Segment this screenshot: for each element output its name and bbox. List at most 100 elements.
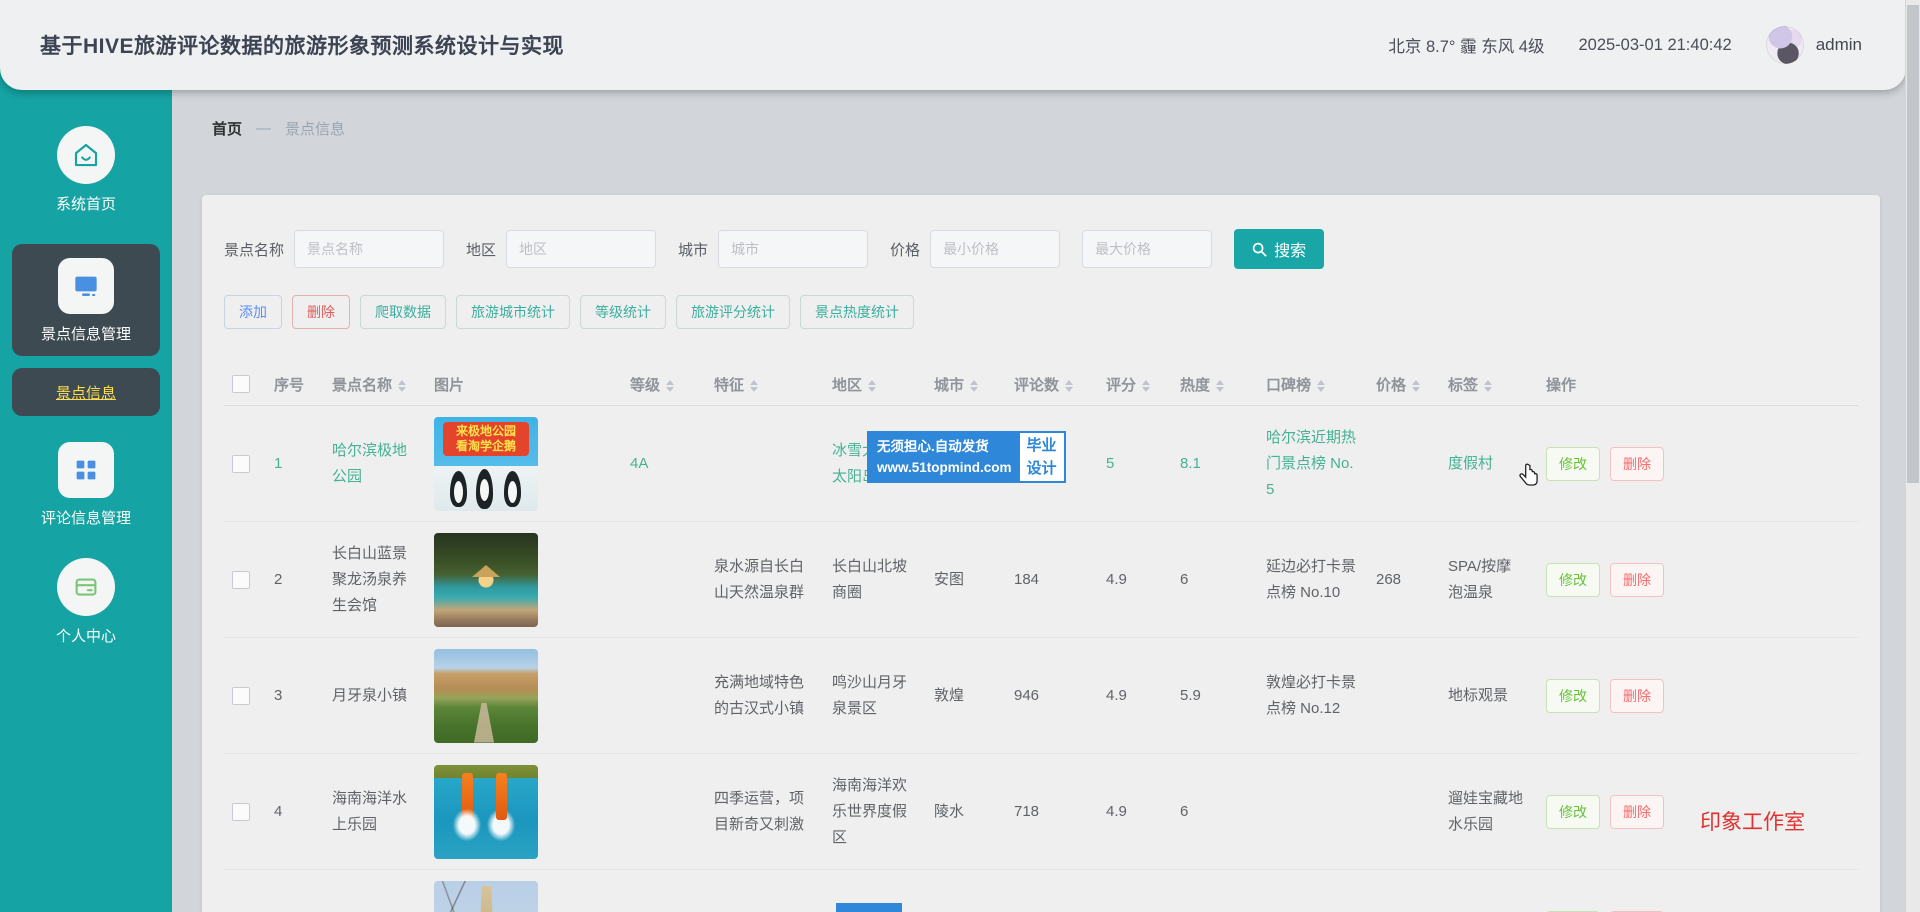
- select-all-checkbox[interactable]: [232, 375, 250, 393]
- cell-region: 长白山北坡商圈: [824, 522, 926, 638]
- cell-index: 1: [266, 406, 324, 522]
- sidebar-item-comment-management[interactable]: 评论信息管理: [0, 442, 172, 528]
- monitor-icon: [58, 258, 114, 314]
- cell-image: [426, 522, 622, 638]
- edit-button[interactable]: 修改: [1546, 679, 1600, 713]
- toolbar-button-0[interactable]: 添加: [224, 295, 282, 329]
- delete-button[interactable]: 删除: [1610, 679, 1664, 713]
- edit-button[interactable]: 修改: [1546, 563, 1600, 597]
- cell-name: 月牙泉小镇: [324, 638, 426, 754]
- row-checkbox[interactable]: [232, 571, 250, 589]
- toolbar-button-2[interactable]: 爬取数据: [360, 295, 446, 329]
- sort-icon[interactable]: [1216, 380, 1224, 392]
- page-scrollbar[interactable]: [1905, 0, 1920, 912]
- delete-button[interactable]: 删除: [1610, 563, 1664, 597]
- cell-price: [1368, 870, 1440, 912]
- column-header-label: 热度: [1180, 377, 1210, 394]
- cell-image: 来极地公园看淘学企鹅: [426, 406, 622, 522]
- edit-button[interactable]: 修改: [1546, 795, 1600, 829]
- cell-city: 安图: [926, 522, 1006, 638]
- cell-city: [926, 870, 1006, 912]
- edit-button[interactable]: 修改: [1546, 447, 1600, 481]
- row-checkbox[interactable]: [232, 803, 250, 821]
- sort-icon[interactable]: [1142, 380, 1150, 392]
- cell-actions: 修改删除: [1538, 522, 1858, 638]
- spot-image[interactable]: [434, 649, 538, 743]
- sort-icon[interactable]: [868, 380, 876, 392]
- cell-comments: 718: [1006, 754, 1098, 870]
- spot-image[interactable]: 来极地公园看淘学企鹅: [434, 417, 538, 511]
- sidebar-item-profile[interactable]: 个人中心: [0, 558, 172, 646]
- breadcrumb-home[interactable]: 首页: [212, 118, 242, 139]
- delete-button[interactable]: 删除: [1610, 795, 1664, 829]
- sidebar-item-home[interactable]: 系统首页: [0, 126, 172, 214]
- cell-price: [1368, 754, 1440, 870]
- watermark-sliver: [836, 903, 902, 912]
- cell-level: [622, 522, 706, 638]
- sort-icon[interactable]: [1484, 380, 1492, 392]
- spot-name-input[interactable]: [294, 230, 444, 268]
- cell-index: [266, 870, 324, 912]
- cell-score: 4.9: [1098, 522, 1172, 638]
- cell-heat: 6: [1172, 754, 1258, 870]
- toolbar-button-6[interactable]: 景点热度统计: [800, 295, 914, 329]
- grid-icon: [58, 442, 114, 498]
- sidebar-item-spot-management[interactable]: 景点信息管理: [12, 244, 160, 356]
- column-header-label: 评分: [1106, 377, 1136, 394]
- column-header: 标签: [1440, 363, 1538, 406]
- avatar[interactable]: [1766, 26, 1804, 64]
- toolbar-button-4[interactable]: 等级统计: [580, 295, 666, 329]
- delete-button[interactable]: 删除: [1610, 447, 1664, 481]
- sort-icon[interactable]: [750, 380, 758, 392]
- cell-rank: 哈尔滨近期热门景点榜 No.5: [1258, 406, 1368, 522]
- scrollbar-thumb[interactable]: [1907, 5, 1919, 483]
- search-button[interactable]: 搜索: [1234, 229, 1324, 269]
- row-checkbox[interactable]: [232, 455, 250, 473]
- cell-rank: 延边必打卡景点榜 No.10: [1258, 522, 1368, 638]
- sort-icon[interactable]: [970, 380, 978, 392]
- user-menu[interactable]: admin: [1766, 26, 1862, 64]
- sort-icon[interactable]: [398, 380, 406, 392]
- price-max-input[interactable]: [1082, 230, 1212, 268]
- table-header-row: 序号景点名称图片等级特征地区城市评论数评分热度口碑榜价格标签操作: [224, 363, 1858, 406]
- table-row[interactable]: 3月牙泉小镇充满地域特色的古汉式小镇鸣沙山月牙泉景区敦煌9464.95.9敦煌必…: [224, 638, 1858, 754]
- cell-heat: 8.1: [1172, 406, 1258, 522]
- cell-feature: 泉水源自长白山天然温泉群: [706, 522, 824, 638]
- cell-select: [224, 870, 266, 912]
- column-header: 热度: [1172, 363, 1258, 406]
- sort-icon[interactable]: [1412, 380, 1420, 392]
- cell-rank: [1258, 754, 1368, 870]
- sort-icon[interactable]: [1065, 380, 1073, 392]
- sidebar-item-spot-info[interactable]: 景点信息: [12, 368, 160, 416]
- filter-region-label: 地区: [466, 239, 496, 260]
- toolbar-button-1[interactable]: 删除: [292, 295, 350, 329]
- table-row[interactable]: 4海南海洋水上乐园四季运营，项目新奇又刺激海南海洋欢乐世界度假区陵水7184.9…: [224, 754, 1858, 870]
- sort-icon[interactable]: [666, 380, 674, 392]
- filter-bar: 景点名称 地区 城市 价格 搜索: [224, 229, 1858, 269]
- sidebar-item-label: 景点信息管理: [41, 323, 131, 344]
- row-checkbox[interactable]: [232, 687, 250, 705]
- toolbar-button-5[interactable]: 旅游评分统计: [676, 295, 790, 329]
- cell-select: [224, 522, 266, 638]
- toolbar-button-3[interactable]: 旅游城市统计: [456, 295, 570, 329]
- table-row[interactable]: 三山八刹十二修改删除: [224, 870, 1858, 912]
- cell-feature: 充满地域特色的古汉式小镇: [706, 638, 824, 754]
- sort-icon[interactable]: [1317, 380, 1325, 392]
- column-header-label: 等级: [630, 377, 660, 394]
- cell-tags: SPA/按摩 泡温泉: [1440, 522, 1538, 638]
- weather-info: 北京 8.7° 霾 东风 4级: [1388, 33, 1544, 57]
- column-header-label: 城市: [934, 377, 964, 394]
- city-input[interactable]: [718, 230, 868, 268]
- price-min-input[interactable]: [930, 230, 1060, 268]
- spot-image[interactable]: [434, 765, 538, 859]
- column-header: 价格: [1368, 363, 1440, 406]
- spot-image[interactable]: [434, 533, 538, 627]
- cell-actions: 修改删除: [1538, 406, 1858, 522]
- cell-name: [324, 870, 426, 912]
- cell-heat: [1172, 870, 1258, 912]
- sidebar-subitem-label: 景点信息: [56, 382, 116, 403]
- spot-image[interactable]: [434, 881, 538, 912]
- cell-actions: 修改删除: [1538, 638, 1858, 754]
- region-input[interactable]: [506, 230, 656, 268]
- table-row[interactable]: 2长白山蓝景聚龙汤泉养生会馆泉水源自长白山天然温泉群长白山北坡商圈安图1844.…: [224, 522, 1858, 638]
